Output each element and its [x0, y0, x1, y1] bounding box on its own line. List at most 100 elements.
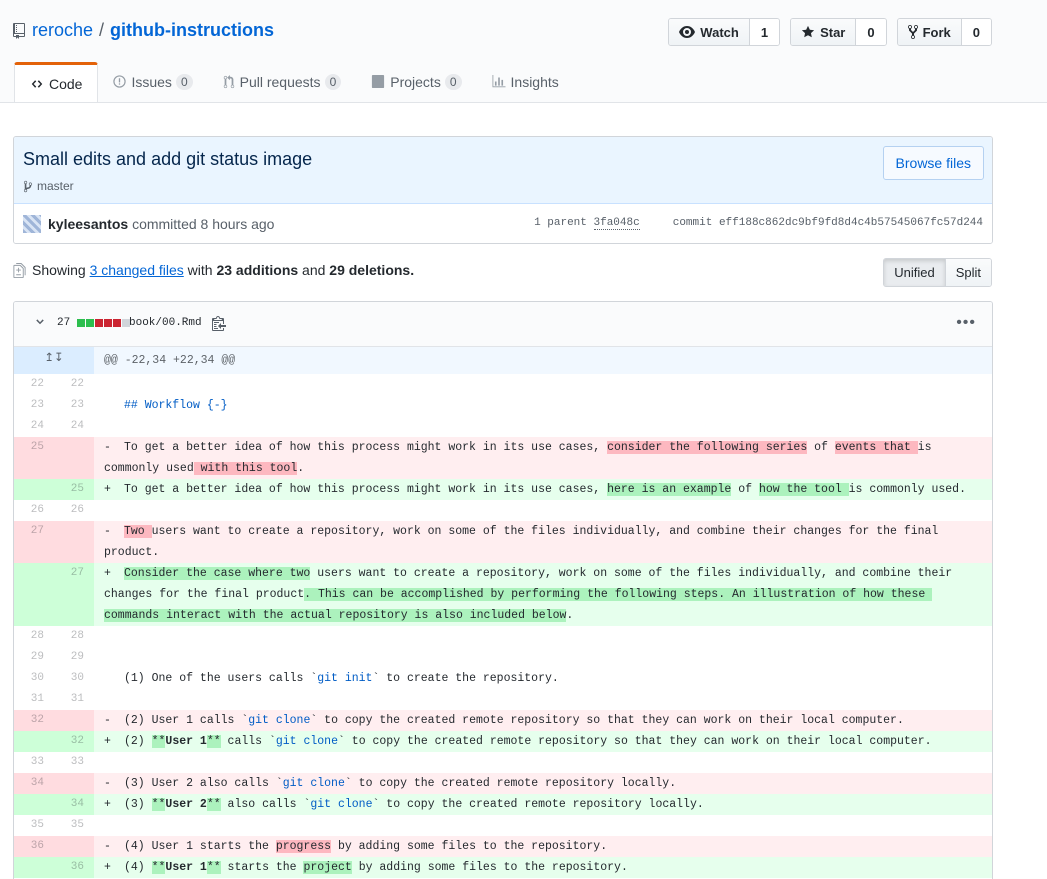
repo-name-link[interactable]: github-instructions	[110, 20, 274, 41]
new-line-number[interactable]: 32	[54, 731, 94, 752]
repo-header: reroche / github-instructions Watch 1 St…	[0, 0, 1047, 103]
old-line-number[interactable]: 24	[14, 416, 54, 437]
line-code: ## Workflow {-}	[124, 399, 228, 412]
fork-group: Fork 0	[896, 18, 992, 46]
new-line-number[interactable]: 27	[54, 563, 94, 626]
old-line-number[interactable]	[14, 479, 54, 500]
watch-label: Watch	[700, 24, 739, 40]
diff-line: 29 29	[14, 647, 992, 668]
fork-count[interactable]: 0	[960, 19, 991, 45]
new-line-number[interactable]: 28	[54, 626, 94, 647]
line-code	[94, 815, 992, 836]
old-line-number[interactable]: 23	[14, 395, 54, 416]
author-link[interactable]: kyleesantos	[48, 216, 128, 232]
new-line-number[interactable]: 33	[54, 752, 94, 773]
new-line-number[interactable]: 26	[54, 500, 94, 521]
new-line-number[interactable]: 25	[54, 479, 94, 500]
watch-button[interactable]: Watch	[669, 19, 749, 45]
tab-pull-requests[interactable]: Pull requests 0	[208, 62, 357, 101]
branch-name[interactable]: master	[37, 179, 74, 193]
pull-requests-counter: 0	[324, 73, 342, 90]
old-line-number[interactable]: 35	[14, 815, 54, 836]
old-line-number[interactable]: 33	[14, 752, 54, 773]
diff-line: 31 31	[14, 689, 992, 710]
old-line-number[interactable]: 26	[14, 500, 54, 521]
new-line-number[interactable]	[54, 437, 94, 479]
tab-insights-label: Insights	[510, 73, 559, 90]
diffstat-block	[104, 319, 112, 327]
unified-button[interactable]: Unified	[884, 259, 946, 286]
new-line-number[interactable]: 34	[54, 794, 94, 815]
tab-code[interactable]: Code	[14, 62, 99, 102]
tab-issues[interactable]: Issues 0	[98, 62, 207, 101]
diff-line: 32 - (2) User 1 calls `git clone` to copy …	[14, 710, 992, 731]
browse-files-button[interactable]: Browse files	[882, 146, 984, 180]
new-line-number[interactable]: 31	[54, 689, 94, 710]
split-button[interactable]: Split	[945, 259, 991, 286]
tab-insights[interactable]: Insights	[477, 62, 574, 101]
repo-separator: /	[99, 20, 105, 40]
chevron-down-icon[interactable]	[34, 316, 46, 328]
line-code	[94, 374, 992, 395]
deletions-count: 29 deletions.	[329, 262, 415, 278]
old-line-number[interactable]	[14, 563, 54, 626]
old-line-number[interactable]: 25	[14, 437, 54, 479]
summary-showing: Showing	[32, 262, 86, 278]
more-options-icon[interactable]: •••	[956, 314, 976, 332]
expand-icon[interactable]: ↥↧	[14, 347, 94, 374]
diff-line: 32 + (2) **User 1** calls `git clone` to c…	[14, 731, 992, 752]
old-line-number[interactable]: 29	[14, 647, 54, 668]
new-line-number[interactable]	[54, 710, 94, 731]
new-line-number[interactable]: 36	[54, 857, 94, 878]
new-line-number[interactable]: 30	[54, 668, 94, 689]
new-line-number[interactable]: 35	[54, 815, 94, 836]
new-line-number[interactable]: 23	[54, 395, 94, 416]
line-code: - (2) User 1 calls `git clone` to copy th…	[94, 710, 992, 731]
tab-pull-requests-label: Pull requests	[239, 73, 321, 90]
parent-sha-link[interactable]: 3fa048c	[593, 217, 640, 230]
new-line-number[interactable]	[54, 836, 94, 857]
diffstat-block	[113, 319, 121, 327]
file-name[interactable]: book/00.Rmd	[129, 317, 202, 329]
issue-icon	[113, 75, 127, 88]
old-line-number[interactable]: 28	[14, 626, 54, 647]
diff-line: 28 28	[14, 626, 992, 647]
star-icon	[801, 25, 815, 38]
commit-time: committed 8 hours ago	[132, 216, 275, 232]
line-code: + (2) **User 1** calls `git clone` to cop…	[94, 731, 992, 752]
commit-meta: kyleesantos committed 8 hours ago 1 pare…	[14, 204, 992, 243]
avatar[interactable]	[23, 215, 41, 233]
old-line-number[interactable]: 36	[14, 836, 54, 857]
old-line-number[interactable]: 27	[14, 521, 54, 563]
repo-owner-link[interactable]: reroche	[32, 20, 93, 41]
old-line-number[interactable]: 34	[14, 773, 54, 794]
old-line-number[interactable]	[14, 731, 54, 752]
new-line-number[interactable]: 24	[54, 416, 94, 437]
repo-book-icon	[13, 22, 25, 39]
new-line-number[interactable]	[54, 521, 94, 563]
new-line-number[interactable]: 29	[54, 647, 94, 668]
watch-count[interactable]: 1	[748, 19, 780, 45]
old-line-number[interactable]: 31	[14, 689, 54, 710]
tab-code-label: Code	[49, 75, 83, 92]
tab-projects[interactable]: Projects 0	[356, 62, 476, 101]
old-line-number[interactable]	[14, 857, 54, 878]
new-line-number[interactable]: 22	[54, 374, 94, 395]
old-line-number[interactable]	[14, 794, 54, 815]
diff-line: 36 - (4) User 1 starts the progress by add…	[14, 836, 992, 857]
fork-button[interactable]: Fork	[897, 19, 961, 45]
commit-box: Small edits and add git status image mas…	[13, 136, 993, 244]
star-button[interactable]: Star	[791, 19, 856, 45]
eye-icon	[679, 26, 696, 38]
old-line-number[interactable]: 32	[14, 710, 54, 731]
old-line-number[interactable]: 22	[14, 374, 54, 395]
changed-files-link[interactable]: 3 changed files	[90, 262, 184, 278]
new-line-number[interactable]	[54, 773, 94, 794]
diff-table: ↥↧ @@ -22,34 +22,34 @@ 22 22 23 23 ## Workfl…	[14, 347, 992, 879]
file-changes-count: 27	[57, 317, 71, 329]
star-count[interactable]: 0	[855, 19, 886, 45]
branch-info: master	[23, 179, 74, 193]
clipboard-icon[interactable]	[212, 315, 226, 331]
old-line-number[interactable]: 30	[14, 668, 54, 689]
commit-sha: eff188c862dc9bf9fd8d4c4b57545067fc57d244	[718, 217, 983, 229]
